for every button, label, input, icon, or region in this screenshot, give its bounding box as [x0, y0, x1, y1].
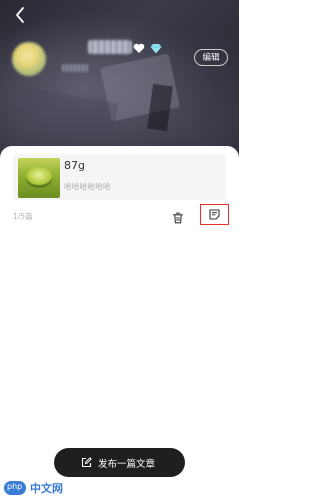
heart-icon	[133, 43, 145, 53]
watermark-logo: php 中文网	[4, 479, 86, 497]
trash-icon	[172, 212, 184, 224]
diamond-icon	[150, 44, 162, 54]
cover-image-shape	[16, 87, 119, 148]
article-subtitle: 哈哈哈哈哈哈	[64, 182, 111, 191]
publish-label: 发布一篇文章	[98, 459, 156, 470]
article-title: 87g	[64, 159, 85, 172]
article-thumbnail	[18, 158, 60, 198]
watermark-text: 中文网	[30, 482, 63, 495]
profile-header: 编辑	[0, 0, 239, 162]
back-button[interactable]	[10, 4, 32, 26]
thumbnail-image-shape	[26, 167, 52, 185]
edit-profile-button[interactable]: 编辑	[194, 49, 228, 66]
watermark-badge-text: php	[7, 482, 23, 491]
article-card[interactable]: 87g 哈哈哈哈哈哈	[13, 154, 226, 200]
edit-pen-icon	[81, 457, 92, 468]
chevron-left-icon	[16, 7, 24, 23]
publish-article-button[interactable]: 发布一篇文章	[54, 448, 185, 477]
delete-button[interactable]	[172, 209, 184, 224]
article-count: 1/5篇	[13, 212, 33, 221]
watermark-badge: php	[4, 481, 26, 495]
avatar[interactable]	[12, 42, 46, 76]
user-id-blurred	[62, 64, 88, 72]
username-blurred	[88, 40, 132, 54]
note-button[interactable]	[200, 204, 229, 225]
note-icon	[209, 209, 220, 220]
